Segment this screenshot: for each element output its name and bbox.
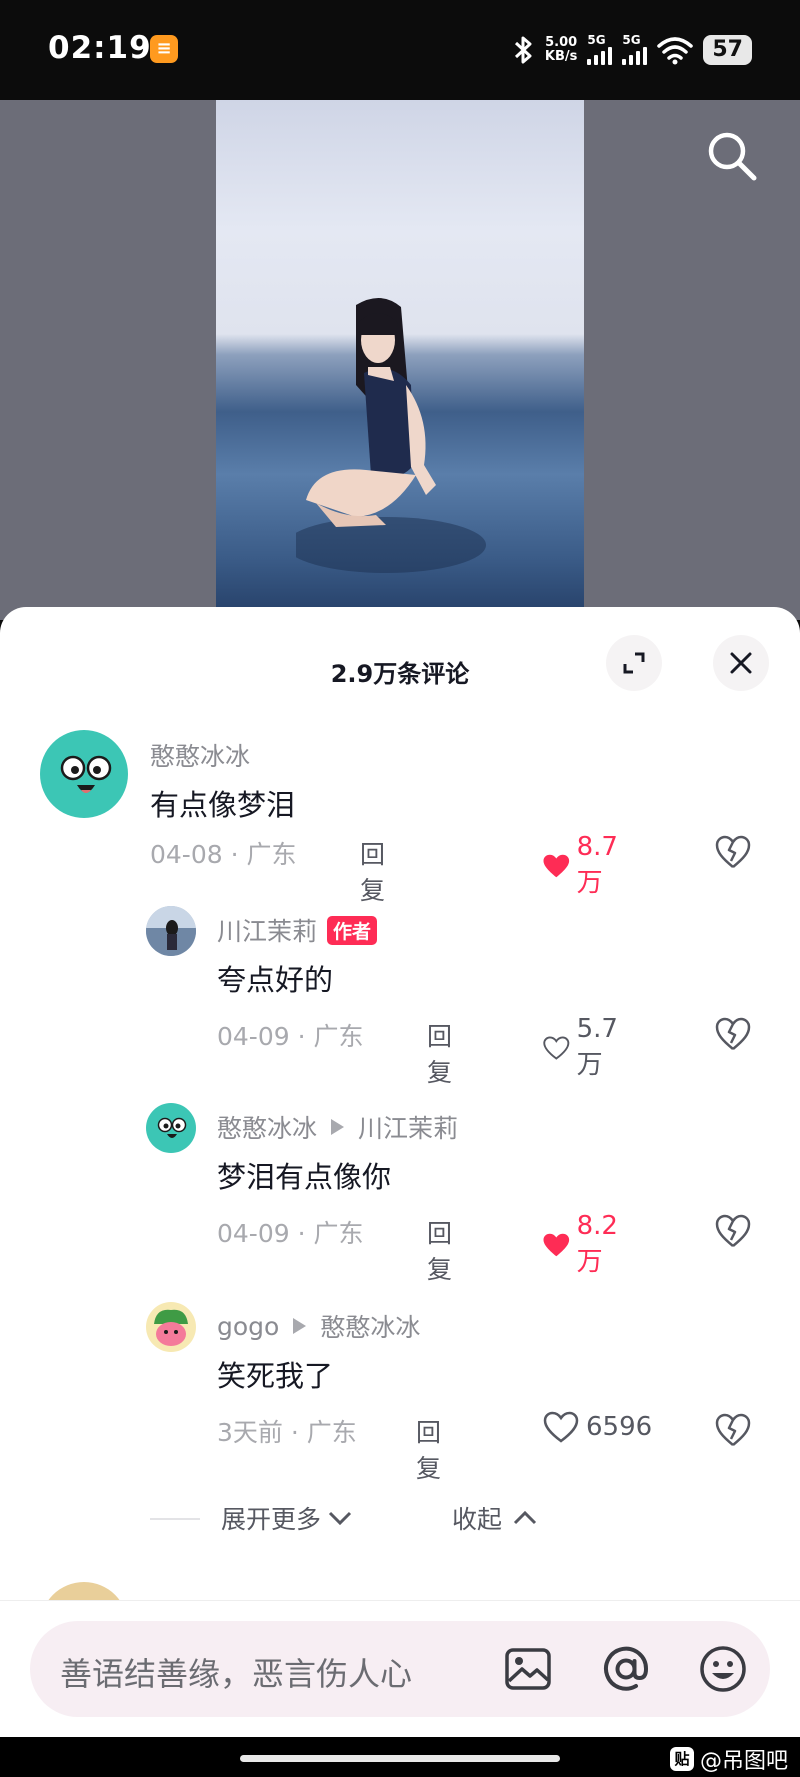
comment-text: 有点像梦泪 <box>150 788 296 822</box>
watermark-logo-icon: 贴 <box>669 1747 694 1771</box>
avatar[interactable] <box>146 1103 196 1153</box>
reply-to-username[interactable]: 憨憨冰冰 <box>320 1308 420 1344</box>
author-badge: 作者 <box>327 915 378 945</box>
chevron-down-icon <box>328 1511 352 1526</box>
like-button[interactable]: 8.7万 <box>542 832 627 899</box>
network-speed: 5.00 KB/s <box>545 36 577 64</box>
chevron-up-icon <box>513 1510 537 1525</box>
collapse-label: 收起 <box>452 1505 503 1534</box>
expand-icon <box>623 652 645 674</box>
reply-button[interactable]: 回复 <box>360 835 385 907</box>
divider <box>150 1518 200 1520</box>
wifi-icon <box>657 37 694 65</box>
like-count: 5.7万 <box>576 1014 618 1080</box>
system-nav-bar: 贴 @吊图吧 <box>0 1737 800 1777</box>
reply-arrow-icon <box>293 1318 307 1334</box>
like-button[interactable]: 8.2万 <box>542 1211 627 1278</box>
comments-panel: 2.9万条评论 憨憨冰冰 有点像梦泪 04-08 · 广东 回复 8.7万 川江… <box>0 607 800 1737</box>
signal-strength-2: 5G <box>622 33 648 65</box>
reply-to-username[interactable]: 川江茉莉 <box>358 1109 458 1145</box>
close-icon <box>730 652 752 674</box>
comment-text: 梦泪有点像你 <box>217 1160 392 1194</box>
heart-outline-icon <box>543 1411 579 1443</box>
comments-count-title: 2.9万条评论 <box>330 660 470 688</box>
comment-date-location: 04-09 · 广东 <box>217 1022 364 1051</box>
comment-username[interactable]: 憨憨冰冰 <box>150 737 250 773</box>
avatar[interactable] <box>146 1302 196 1352</box>
dislike-icon[interactable] <box>714 833 752 871</box>
avatar-face-icon <box>157 1117 187 1138</box>
watermark: 贴 @吊图吧 <box>669 1743 788 1775</box>
emoji-icon[interactable] <box>697 1643 749 1695</box>
reply-arrow-icon <box>331 1119 345 1135</box>
signal-type-label: 5G <box>587 33 606 47</box>
comment-input-placeholder: 善语结善缘，恶言伤人心 <box>60 1655 413 1693</box>
collapse-button[interactable]: 收起 <box>452 1500 538 1536</box>
expand-panel-button[interactable] <box>606 635 662 691</box>
comment-text: 夸点好的 <box>217 963 334 997</box>
bluetooth-icon <box>514 36 532 64</box>
comment-username: 憨憨冰冰 川江茉莉 <box>217 1109 458 1145</box>
comment-username: gogo 憨憨冰冰 <box>217 1308 420 1344</box>
heart-outline-icon <box>543 1036 570 1060</box>
like-count: 8.2万 <box>576 1211 618 1277</box>
reply-username[interactable]: 憨憨冰冰 <box>217 1109 317 1145</box>
comment-date-location: 04-08 · 广东 <box>150 840 297 869</box>
dislike-icon[interactable] <box>714 1212 752 1250</box>
app-notification-icon: ≡ <box>150 35 178 63</box>
avatar[interactable] <box>40 730 128 818</box>
status-icons: 5.00 KB/s 5G 5G 57 <box>513 30 752 70</box>
reply-username[interactable]: 川江茉莉 <box>217 912 317 948</box>
avatar-cartoon-icon <box>154 1309 188 1346</box>
comment-text: 笑死我了 <box>217 1359 334 1393</box>
comment-date-location: 04-09 · 广东 <box>217 1219 364 1248</box>
image-icon[interactable] <box>502 1643 554 1695</box>
network-speed-unit: KB/s <box>544 49 578 64</box>
like-count: 6596 <box>586 1412 653 1442</box>
video-thumbnail <box>216 100 584 620</box>
expand-more-label: 展开更多 <box>221 1505 322 1534</box>
like-button[interactable]: 5.7万 <box>542 1014 627 1081</box>
comment-input[interactable]: 善语结善缘，恶言伤人心 <box>30 1621 770 1717</box>
search-icon[interactable] <box>704 128 760 184</box>
close-button[interactable] <box>713 635 769 691</box>
reply-username[interactable]: gogo <box>217 1312 279 1341</box>
reply-button[interactable]: 回复 <box>427 1214 452 1286</box>
dislike-icon[interactable] <box>714 1411 752 1449</box>
network-speed-value: 5.00 <box>545 35 578 50</box>
signal-bars-icon <box>622 47 648 65</box>
comment-input-bar: 善语结善缘，恶言伤人心 <box>0 1600 800 1738</box>
signal-strength-1: 5G <box>587 33 613 65</box>
avatar-photo-icon <box>146 906 196 956</box>
expand-more-button[interactable]: 展开更多 <box>221 1500 353 1536</box>
video-subject-figure <box>296 297 486 573</box>
comment-date-location: 3天前 · 广东 <box>217 1418 357 1447</box>
dislike-icon[interactable] <box>714 1015 752 1053</box>
mention-icon[interactable] <box>600 1643 652 1695</box>
like-button[interactable]: 6596 <box>542 1410 652 1444</box>
comment-username: 川江茉莉 作者 <box>217 912 378 948</box>
reply-button[interactable]: 回复 <box>416 1413 441 1485</box>
battery-indicator: 57 <box>703 35 752 65</box>
signal-bars-icon <box>587 47 613 65</box>
status-bar: 02:19 ≡ 5.00 KB/s 5G 5G 57 <box>0 0 800 100</box>
like-count: 8.7万 <box>576 832 618 898</box>
home-indicator[interactable] <box>240 1755 560 1762</box>
video-player[interactable] <box>0 100 800 620</box>
avatar[interactable] <box>146 906 196 956</box>
watermark-text: @吊图吧 <box>699 1749 788 1774</box>
status-time: 02:19 <box>48 30 152 66</box>
heart-filled-icon <box>543 1233 570 1256</box>
heart-filled-icon <box>543 854 570 877</box>
reply-button[interactable]: 回复 <box>427 1017 452 1089</box>
avatar-face-icon <box>60 755 112 793</box>
signal-type-label: 5G <box>622 33 641 47</box>
